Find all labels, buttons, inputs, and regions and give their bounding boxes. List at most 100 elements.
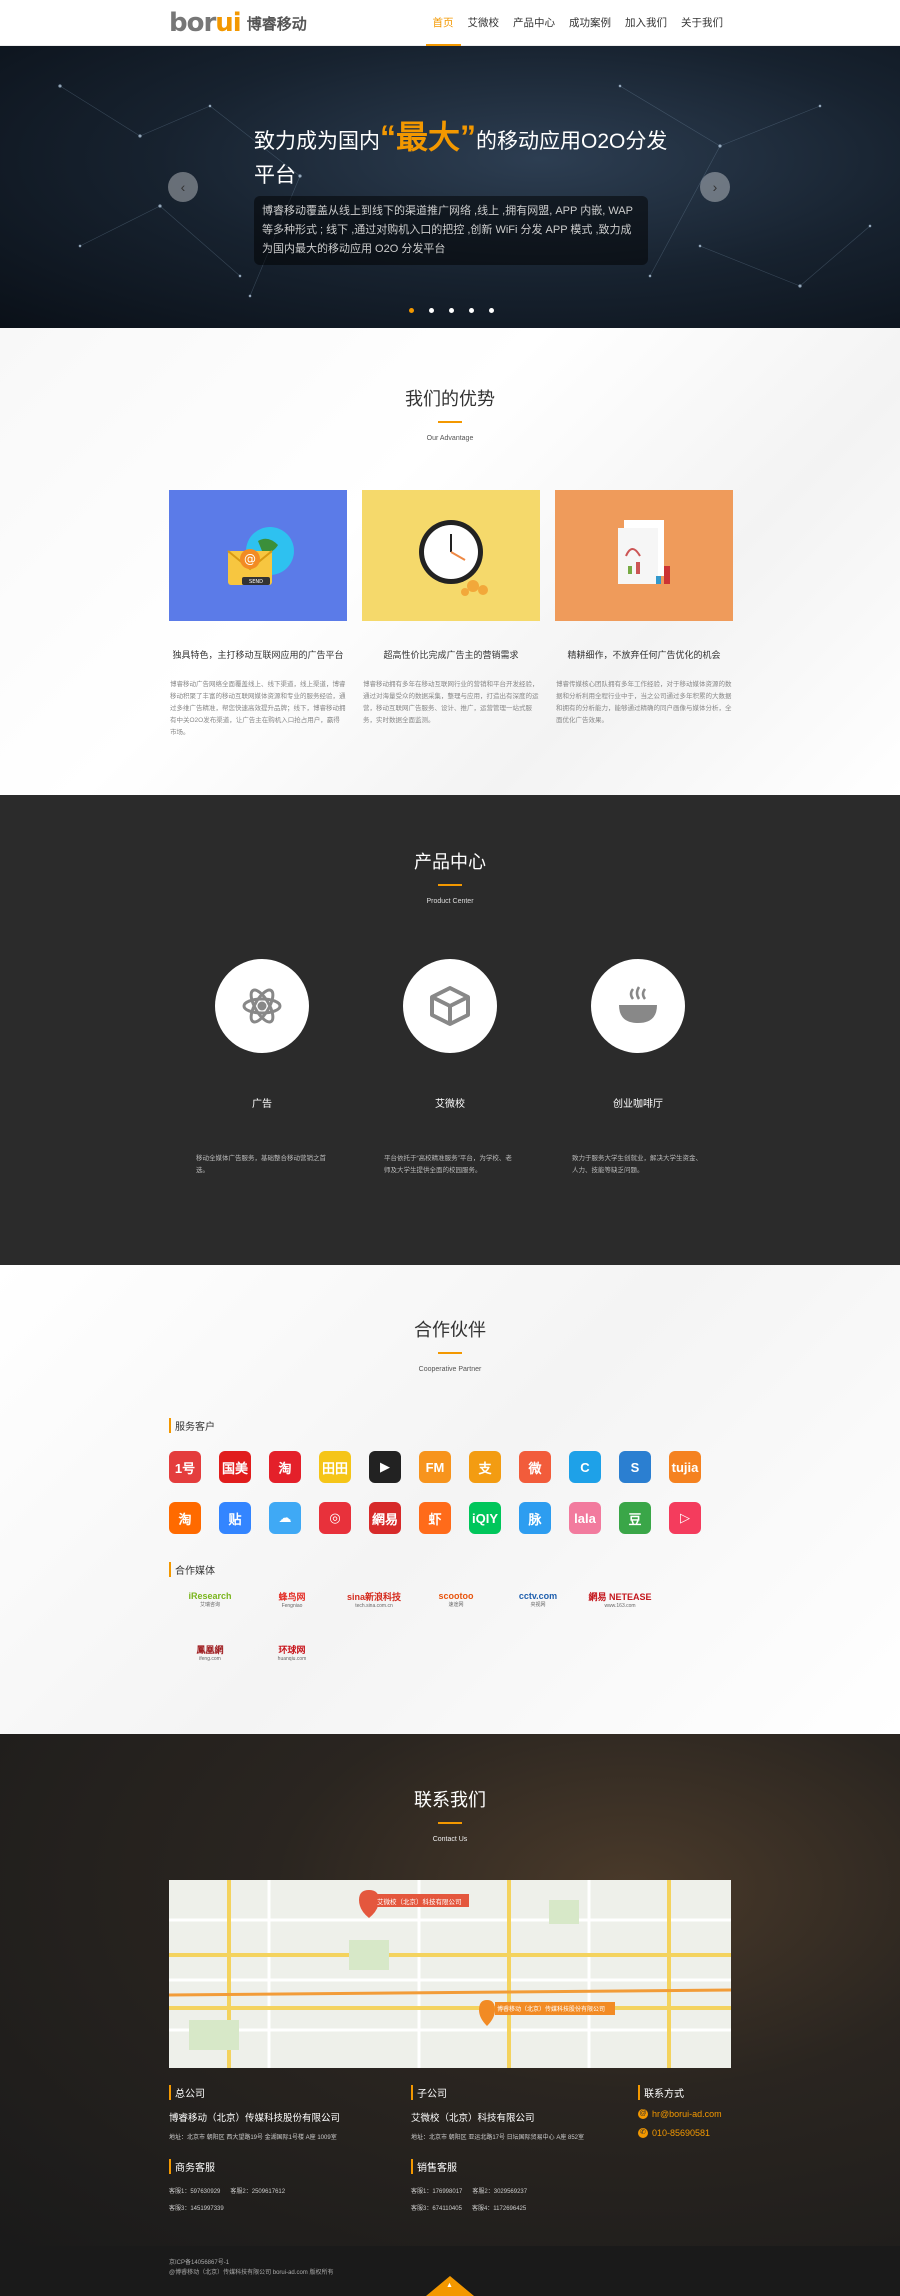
product-name: 艾微校 xyxy=(435,1099,465,1110)
nav-products[interactable]: 产品中心 xyxy=(506,0,562,46)
client-logo[interactable]: 田田 xyxy=(319,1451,351,1483)
client-logo[interactable]: 淘 xyxy=(169,1502,201,1534)
client-logo[interactable]: ▶ xyxy=(369,1451,401,1483)
advantage-text: 博睿传媒核心团队拥有多年工作经验，对于移动媒体资源的数据和分析利用全程行业中于，… xyxy=(556,681,732,724)
advantage-caption: 超高性价比完成广告主的营销需求 xyxy=(383,650,519,660)
map-pin-label: 艾微校（北京）科技有限公司 xyxy=(377,1899,462,1906)
banner-dot-2[interactable] xyxy=(429,308,434,313)
media-logos-row-2: 鳳凰網 ifeng.com 环球网 huanqiu.com xyxy=(169,1635,333,1669)
coffee-icon[interactable] xyxy=(591,959,685,1053)
location-map[interactable]: 艾微校（北京）科技有限公司 博睿移动（北京）传媒科技股份有限公司 xyxy=(169,1880,731,2068)
client-logo[interactable]: 微 xyxy=(519,1451,551,1483)
client-logo[interactable]: 網易 xyxy=(369,1502,401,1534)
media-name: cctv.com xyxy=(518,1590,558,1601)
banner-prev-button[interactable]: ‹ xyxy=(168,172,198,202)
banner-description: 博睿移动覆盖从线上到线下的渠道推广网络 ,线上 ,拥有网盟, APP 内嵌, W… xyxy=(254,196,648,265)
client-logo[interactable]: 淘 xyxy=(269,1451,301,1483)
icp-number[interactable]: 京ICP备14056867号-1 xyxy=(169,2258,333,2268)
qq-2[interactable]: 客服2：3029569237 xyxy=(472,2189,527,2195)
media-logo[interactable]: cctv.com 央视网 xyxy=(497,1582,579,1616)
media-logo[interactable]: iResearch 艾瑞咨询 xyxy=(169,1582,251,1616)
media-logo[interactable]: 环球网 huanqiu.com xyxy=(251,1635,333,1669)
phone-icon: ✆ xyxy=(638,2128,648,2138)
contact-subtitle: Contact Us xyxy=(432,1836,468,1843)
client-logo[interactable]: tujia xyxy=(669,1451,701,1483)
media-logo[interactable]: 蜂鸟网 Fengniao xyxy=(251,1582,333,1616)
client-logo[interactable]: 国美 xyxy=(219,1451,251,1483)
email-row[interactable]: @ hr@borui-ad.com xyxy=(638,2109,722,2119)
qq-3[interactable]: 客服3：1451997339 xyxy=(169,2203,285,2212)
media-logo[interactable]: 網易 NETEASE www.163.com xyxy=(579,1582,661,1616)
partners-subtitle: Cooperative Partner xyxy=(418,1366,482,1373)
advantage-card-1: @ SEND 独具特色，主打移动互联网应用的广告平台 博睿移动广告网络全面覆盖线… xyxy=(169,490,347,739)
media-logos-row-1: iResearch 艾瑞咨询 蜂鸟网 Fengniao sina新浪科技 tech.sin… xyxy=(169,1582,661,1616)
client-logo[interactable]: 虾 xyxy=(419,1502,451,1534)
media-sub: tech.sina.com.cn xyxy=(355,1602,393,1609)
client-logo[interactable]: ▷ xyxy=(669,1502,701,1534)
banner-dot-1[interactable] xyxy=(409,308,414,313)
banner-dot-5[interactable] xyxy=(489,308,494,313)
client-logo[interactable]: 豆 xyxy=(619,1502,651,1534)
back-to-top-button[interactable]: ▲ xyxy=(426,2276,474,2296)
client-logo[interactable]: C xyxy=(569,1451,601,1483)
product-cafe[interactable]: 创业咖啡厅 致力于服务大学生创就业，解决大学生资金、人力、技能等缺乏问题。 xyxy=(572,959,702,1177)
media-sub: www.163.com xyxy=(604,1602,636,1609)
nav-join[interactable]: 加入我们 xyxy=(618,0,674,46)
site-header: borui 博睿移动 首页 艾微校 产品中心 成功案例 加入我们 关于我们 xyxy=(0,0,900,46)
media-name: iResearch xyxy=(188,1590,232,1601)
nav-aiweixiao[interactable]: 艾微校 xyxy=(461,0,507,46)
banner-dot-3[interactable] xyxy=(449,308,454,313)
email-globe-illustration: @ SEND xyxy=(169,490,347,621)
logo-text: 博睿移动 xyxy=(246,15,307,33)
qq-4[interactable]: 客服4：1172696425 xyxy=(472,2206,526,2212)
product-aiweixiao[interactable]: 艾微校 平台依托于“高校精准服务”平台，为学校、老师及大学生提供全面的校园服务。 xyxy=(384,959,512,1177)
media-logo[interactable]: sina新浪科技 tech.sina.com.cn xyxy=(333,1582,415,1616)
atom-icon[interactable] xyxy=(215,959,309,1053)
advantage-caption: 精耕细作，不放弃任何广告优化的机会 xyxy=(567,650,721,660)
phone-row[interactable]: ✆ 010-85690581 xyxy=(638,2128,722,2138)
banner-dot-4[interactable] xyxy=(469,308,474,313)
media-name: 蜂鸟网 xyxy=(278,1591,306,1602)
media-name: 环球网 xyxy=(278,1644,306,1655)
client-logo[interactable]: S xyxy=(619,1451,651,1483)
logo[interactable]: borui 博睿移动 xyxy=(169,8,307,38)
email[interactable]: hr@borui-ad.com xyxy=(652,2109,722,2119)
qq-1[interactable]: 客服1：176998017 xyxy=(411,2189,462,2195)
client-logo[interactable]: ◎ xyxy=(319,1502,351,1534)
sales-qq-row: 客服3：674110405 客服4：1172696425 xyxy=(411,2203,527,2212)
client-logos-row-1: 1号 国美淘田田 ▶ FM 支微 C Stujia xyxy=(169,1451,701,1483)
client-logo[interactable]: 支 xyxy=(469,1451,501,1483)
nav-about[interactable]: 关于我们 xyxy=(674,0,730,46)
media-sub: 艾瑞咨询 xyxy=(199,1601,220,1608)
media-name: scootoo xyxy=(438,1590,474,1601)
client-logo[interactable]: 贴 xyxy=(219,1502,251,1534)
subsidiary-block: 子公司 艾微校（北京）科技有限公司 地址：北京市 朝阳区 亚运北路17号 日坛国… xyxy=(411,2085,584,2141)
banner-next-button[interactable]: › xyxy=(700,172,730,202)
client-logo[interactable]: FM xyxy=(419,1451,451,1483)
client-logo[interactable]: lala xyxy=(569,1502,601,1534)
qq-2[interactable]: 客服2：2509617612 xyxy=(230,2189,285,2195)
svg-text:SEND: SEND xyxy=(249,579,263,585)
client-logo[interactable]: ☁ xyxy=(269,1502,301,1534)
nav-home[interactable]: 首页 xyxy=(425,0,461,46)
advantage-card-3: 精耕细作，不放弃任何广告优化的机会 博睿传媒核心团队拥有多年工作经验，对于移动媒… xyxy=(555,490,733,739)
nav-cases[interactable]: 成功案例 xyxy=(562,0,618,46)
product-ad[interactable]: 广告 移动全媒体广告服务，基础整合移动营销之首选。 xyxy=(196,959,326,1177)
qq-3[interactable]: 客服3：674110405 xyxy=(411,2206,462,2212)
media-logo[interactable]: scootoo 速途网 xyxy=(415,1582,497,1616)
client-logo[interactable]: 脉 xyxy=(519,1502,551,1534)
box-icon[interactable] xyxy=(403,959,497,1053)
client-logo[interactable]: 1号 xyxy=(169,1451,201,1483)
title-underline xyxy=(438,1352,462,1354)
media-sub: huanqiu.com xyxy=(277,1655,307,1662)
sub-name: 艾微校（北京）科技有限公司 xyxy=(411,2113,535,2124)
phone[interactable]: 010-85690581 xyxy=(652,2128,710,2138)
sales-service-block: 销售客服 客服1：176998017 客服2：3029569237 客服3：67… xyxy=(411,2159,527,2212)
qq-1[interactable]: 客服1：597630929 xyxy=(169,2189,220,2195)
media-logo[interactable]: 鳳凰網 ifeng.com xyxy=(169,1635,251,1669)
client-logo[interactable]: iQIY xyxy=(469,1502,501,1534)
biz-qq-row: 客服1：597630929 客服2：2509617612 xyxy=(169,2186,285,2195)
products-title: 产品中心 xyxy=(414,852,486,872)
footer-text: 京ICP备14056867号-1 @博睿移动（北京）传媒科技有限公司 borui… xyxy=(169,2258,333,2278)
contact-way-block: 联系方式 @ hr@borui-ad.com ✆ 010-85690581 xyxy=(638,2085,722,2138)
